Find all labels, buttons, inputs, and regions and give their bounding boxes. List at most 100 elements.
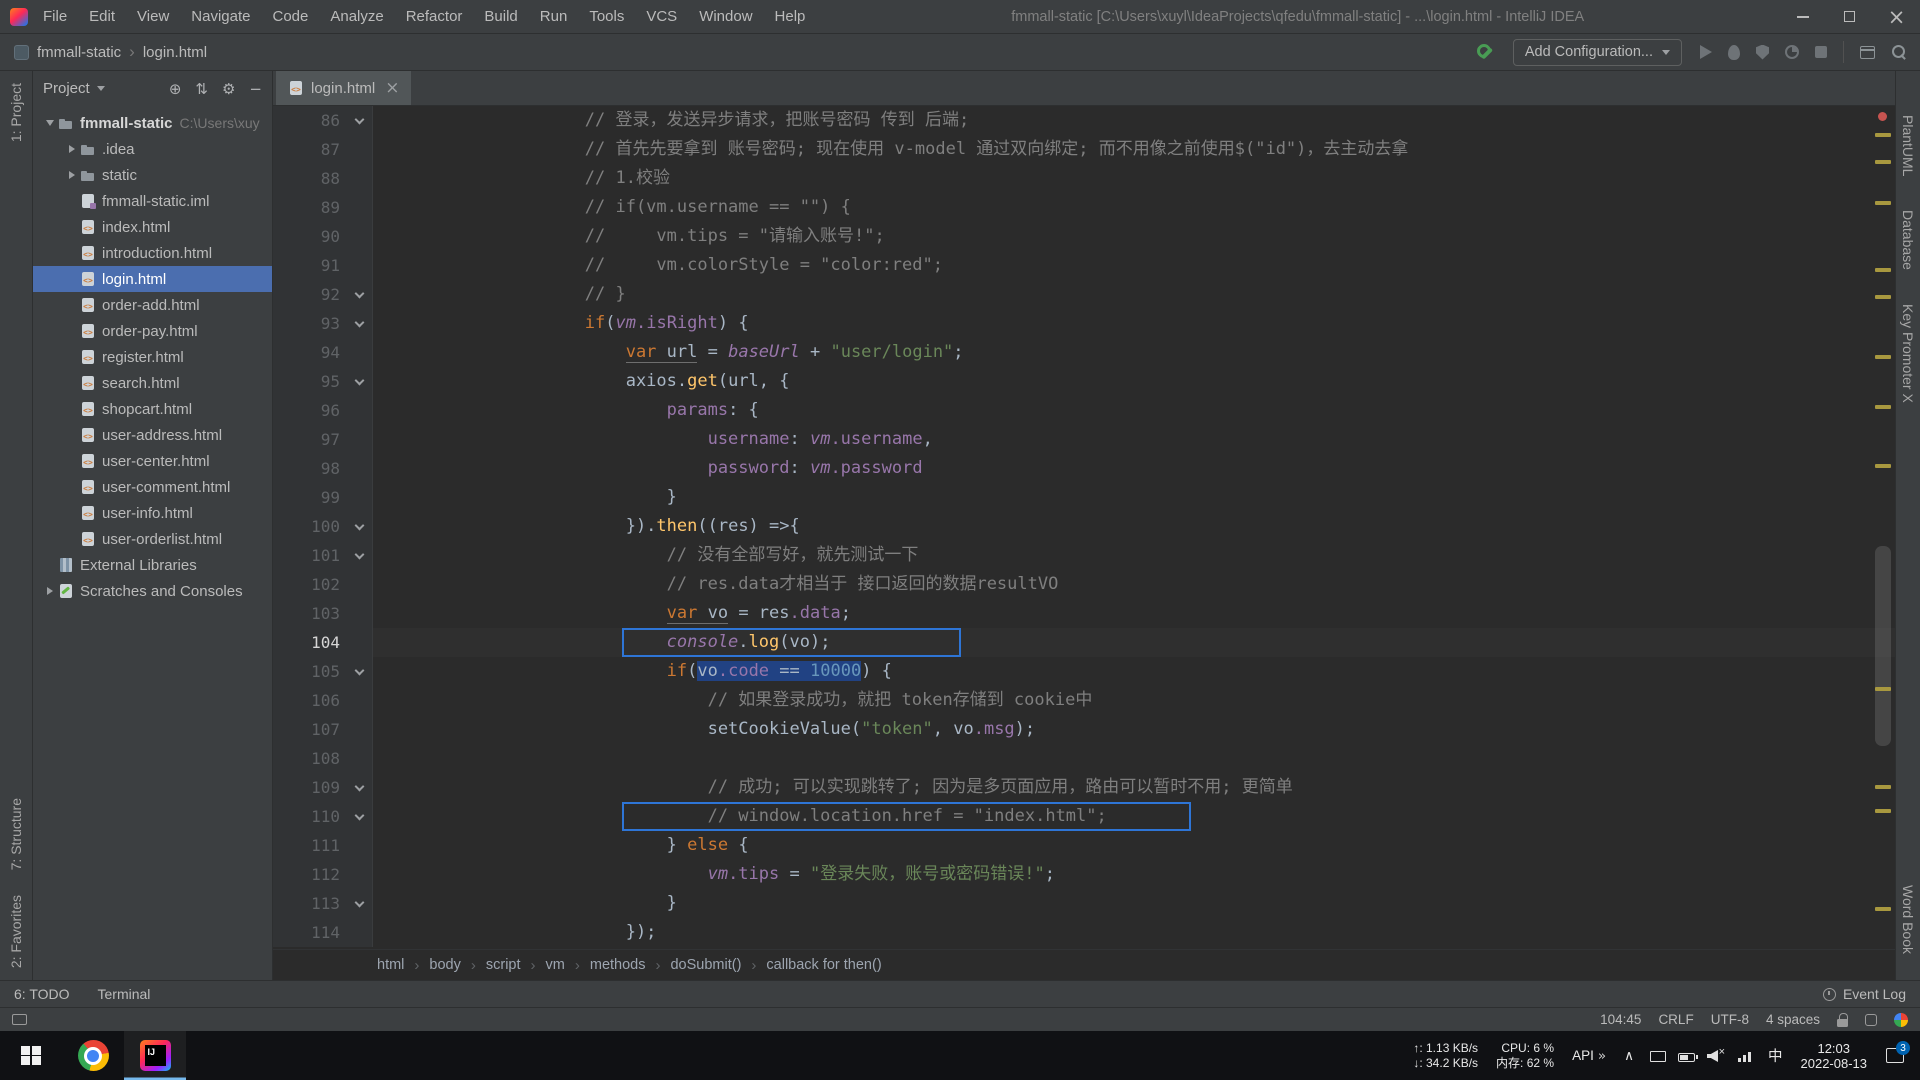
- maximize-button[interactable]: [1826, 0, 1873, 33]
- toolwindow-terminal-button[interactable]: Terminal: [98, 986, 151, 1002]
- fold-icon[interactable]: [346, 375, 372, 385]
- toolwindow-structure-button[interactable]: 7: Structure: [8, 786, 24, 882]
- tree-item-user-info-html[interactable]: user-info.html: [33, 500, 272, 526]
- menu-build[interactable]: Build: [473, 0, 528, 33]
- menu-refactor[interactable]: Refactor: [395, 0, 474, 33]
- menu-help[interactable]: Help: [764, 0, 817, 33]
- toolwindow-word-book-button[interactable]: Word Book: [1900, 885, 1916, 954]
- fold-icon[interactable]: [346, 781, 372, 791]
- code-line-108[interactable]: 108: [273, 744, 1895, 773]
- layout-icon[interactable]: [1860, 45, 1875, 59]
- tree-item-fmmall-static-iml[interactable]: fmmall-static.iml: [33, 188, 272, 214]
- tray-display-icon[interactable]: [1649, 1051, 1666, 1062]
- run-button[interactable]: [1700, 45, 1712, 59]
- code-line-107[interactable]: 107 setCookieValue("token", vo.msg);: [273, 715, 1895, 744]
- stop-button[interactable]: [1815, 46, 1827, 58]
- code-line-110[interactable]: 110 // window.location.href = "index.htm…: [273, 802, 1895, 831]
- indent-indicator[interactable]: 4 spaces: [1766, 1012, 1820, 1027]
- menu-view[interactable]: View: [126, 0, 180, 33]
- tree-item-user-orderlist-html[interactable]: user-orderlist.html: [33, 526, 272, 552]
- editor-breadcrumb-methods[interactable]: methods: [590, 957, 646, 973]
- editor-breadcrumb-vm[interactable]: vm: [546, 957, 565, 973]
- menu-vcs[interactable]: VCS: [635, 0, 688, 33]
- cpu-memory-widget[interactable]: CPU: 6 % 内存: 62 %: [1487, 1041, 1563, 1071]
- ime-indicator[interactable]: 中: [1759, 1045, 1792, 1066]
- code-line-88[interactable]: 88 // 1.校验: [273, 164, 1895, 193]
- code-line-97[interactable]: 97 username: vm.username,: [273, 425, 1895, 454]
- editor-breadcrumb-callback-for-then[interactable]: callback for then(): [766, 957, 881, 973]
- toolwindow-favorites-button[interactable]: 2: Favorites: [8, 883, 24, 980]
- warning-stripe-mark[interactable]: [1875, 355, 1891, 359]
- fold-icon[interactable]: [346, 114, 372, 124]
- tree-expand-icon[interactable]: [63, 171, 80, 179]
- toolwindow-project-button[interactable]: 1: Project: [8, 71, 24, 154]
- tree-item-external-libraries[interactable]: External Libraries: [33, 552, 272, 578]
- fold-icon[interactable]: [346, 810, 372, 820]
- code-line-98[interactable]: 98 password: vm.password: [273, 454, 1895, 483]
- menu-tools[interactable]: Tools: [578, 0, 635, 33]
- tree-item-index-html[interactable]: index.html: [33, 214, 272, 240]
- menu-window[interactable]: Window: [688, 0, 763, 33]
- menu-run[interactable]: Run: [529, 0, 579, 33]
- clock-widget[interactable]: 12:03 2022-08-13: [1792, 1041, 1877, 1071]
- tree-item-order-add-html[interactable]: order-add.html: [33, 292, 272, 318]
- code-line-101[interactable]: 101 // 没有全部写好，就先测试一下: [273, 541, 1895, 570]
- taskbar-chrome-button[interactable]: [62, 1031, 124, 1080]
- code-line-94[interactable]: 94 var url = baseUrl + "user/login";: [273, 338, 1895, 367]
- code-line-91[interactable]: 91 // vm.colorStyle = "color:red";: [273, 251, 1895, 280]
- menu-edit[interactable]: Edit: [78, 0, 126, 33]
- tray-battery-icon[interactable]: [1678, 1053, 1698, 1062]
- volume-muted-icon[interactable]: [1707, 1046, 1725, 1062]
- status-misc-icon[interactable]: [1865, 1013, 1877, 1026]
- code-line-93[interactable]: 93 if(vm.isRight) {: [273, 309, 1895, 338]
- lock-icon[interactable]: [1837, 1012, 1848, 1027]
- code-line-100[interactable]: 100 }).then((res) =>{: [273, 512, 1895, 541]
- code-line-106[interactable]: 106 // 如果登录成功，就把 token存储到 cookie中: [273, 686, 1895, 715]
- warning-stripe-mark[interactable]: [1875, 160, 1891, 164]
- caret-position[interactable]: 104:45: [1600, 1012, 1641, 1027]
- analysis-indicator-icon[interactable]: [1878, 112, 1887, 121]
- code-line-95[interactable]: 95 axios.get(url, {: [273, 367, 1895, 396]
- warning-stripe-mark[interactable]: [1875, 907, 1891, 911]
- warning-stripe-mark[interactable]: [1875, 809, 1891, 813]
- breadcrumb-item-login-html[interactable]: login.html: [143, 44, 207, 61]
- code-line-104[interactable]: 104 console.log(vo);: [273, 628, 1895, 657]
- tab-login-html[interactable]: login.html ×: [276, 71, 412, 105]
- event-log-button[interactable]: Event Log: [1822, 986, 1906, 1002]
- line-separator-indicator[interactable]: CRLF: [1658, 1012, 1693, 1027]
- project-view-selector[interactable]: Project: [43, 80, 105, 97]
- menu-code[interactable]: Code: [261, 0, 319, 33]
- editor-breadcrumb-html[interactable]: html: [377, 957, 404, 973]
- editor-breadcrumb-script[interactable]: script: [486, 957, 521, 973]
- fold-icon[interactable]: [346, 549, 372, 559]
- tree-item-user-comment-html[interactable]: user-comment.html: [33, 474, 272, 500]
- warning-stripe-mark[interactable]: [1875, 464, 1891, 468]
- api-tray-widget[interactable]: API »: [1563, 1048, 1615, 1064]
- file-encoding-indicator[interactable]: UTF-8: [1711, 1012, 1749, 1027]
- fold-icon[interactable]: [346, 288, 372, 298]
- build-wrench-icon[interactable]: [1476, 43, 1495, 62]
- network-speed-widget[interactable]: ↑: 1.13 KB/s ↓: 34.2 KB/s: [1404, 1041, 1487, 1071]
- hidden-icons-chevron[interactable]: ∧: [1615, 1048, 1643, 1064]
- tree-item-introduction-html[interactable]: introduction.html: [33, 240, 272, 266]
- network-signal-icon[interactable]: [1738, 1052, 1751, 1062]
- google-translate-icon[interactable]: [1894, 1012, 1908, 1027]
- fold-icon[interactable]: [346, 520, 372, 530]
- code-line-96[interactable]: 96 params: {: [273, 396, 1895, 425]
- editor-breadcrumb-dosubmit[interactable]: doSubmit(): [670, 957, 741, 973]
- close-button[interactable]: ×: [1873, 0, 1920, 33]
- warning-stripe-mark[interactable]: [1875, 295, 1891, 299]
- toolwindow-plantuml-button[interactable]: PlantUML: [1900, 115, 1916, 176]
- menu-analyze[interactable]: Analyze: [319, 0, 394, 33]
- error-stripe[interactable]: [1869, 106, 1895, 949]
- code-line-105[interactable]: 105 if(vo.code == 10000) {: [273, 657, 1895, 686]
- code-line-89[interactable]: 89 // if(vm.username == "") {: [273, 193, 1895, 222]
- coverage-button[interactable]: [1756, 44, 1769, 60]
- warning-stripe-mark[interactable]: [1875, 687, 1891, 691]
- tree-item-idea[interactable]: .idea: [33, 136, 272, 162]
- toolwindow-todo-button[interactable]: 6: TODO: [14, 986, 70, 1002]
- scrollbar-thumb[interactable]: [1875, 546, 1891, 746]
- warning-stripe-mark[interactable]: [1875, 405, 1891, 409]
- code-editor[interactable]: 86 // 登录，发送异步请求，把账号密码 传到 后端; 87 // 首先先要拿到…: [273, 106, 1895, 949]
- tree-item-user-address-html[interactable]: user-address.html: [33, 422, 272, 448]
